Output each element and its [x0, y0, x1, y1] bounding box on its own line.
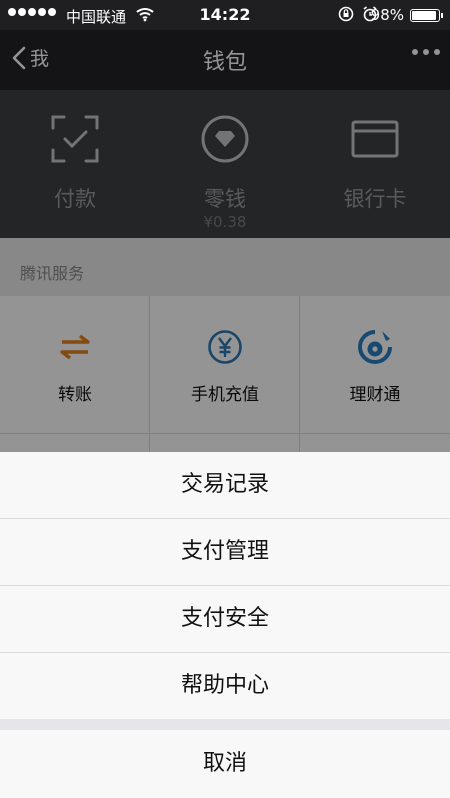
action-sheet: 交易记录 支付管理 支付安全 帮助中心 取消 — [0, 452, 450, 798]
battery-icon — [410, 9, 443, 22]
cancel-button[interactable]: 取消 — [0, 730, 450, 798]
payment-security-option[interactable]: 支付安全 — [0, 586, 450, 653]
help-center-option[interactable]: 帮助中心 — [0, 653, 450, 719]
rotation-lock-icon — [338, 6, 354, 26]
wallet-page: 中国联通 14:22 98% 我 钱包 付款 零钱 ¥0.38 银行卡 腾讯服务… — [0, 0, 450, 798]
battery-percentage: 98% — [370, 6, 404, 24]
status-bar: 中国联通 14:22 98% — [0, 0, 450, 30]
payment-management-option[interactable]: 支付管理 — [0, 519, 450, 586]
transaction-records-option[interactable]: 交易记录 — [0, 452, 450, 519]
